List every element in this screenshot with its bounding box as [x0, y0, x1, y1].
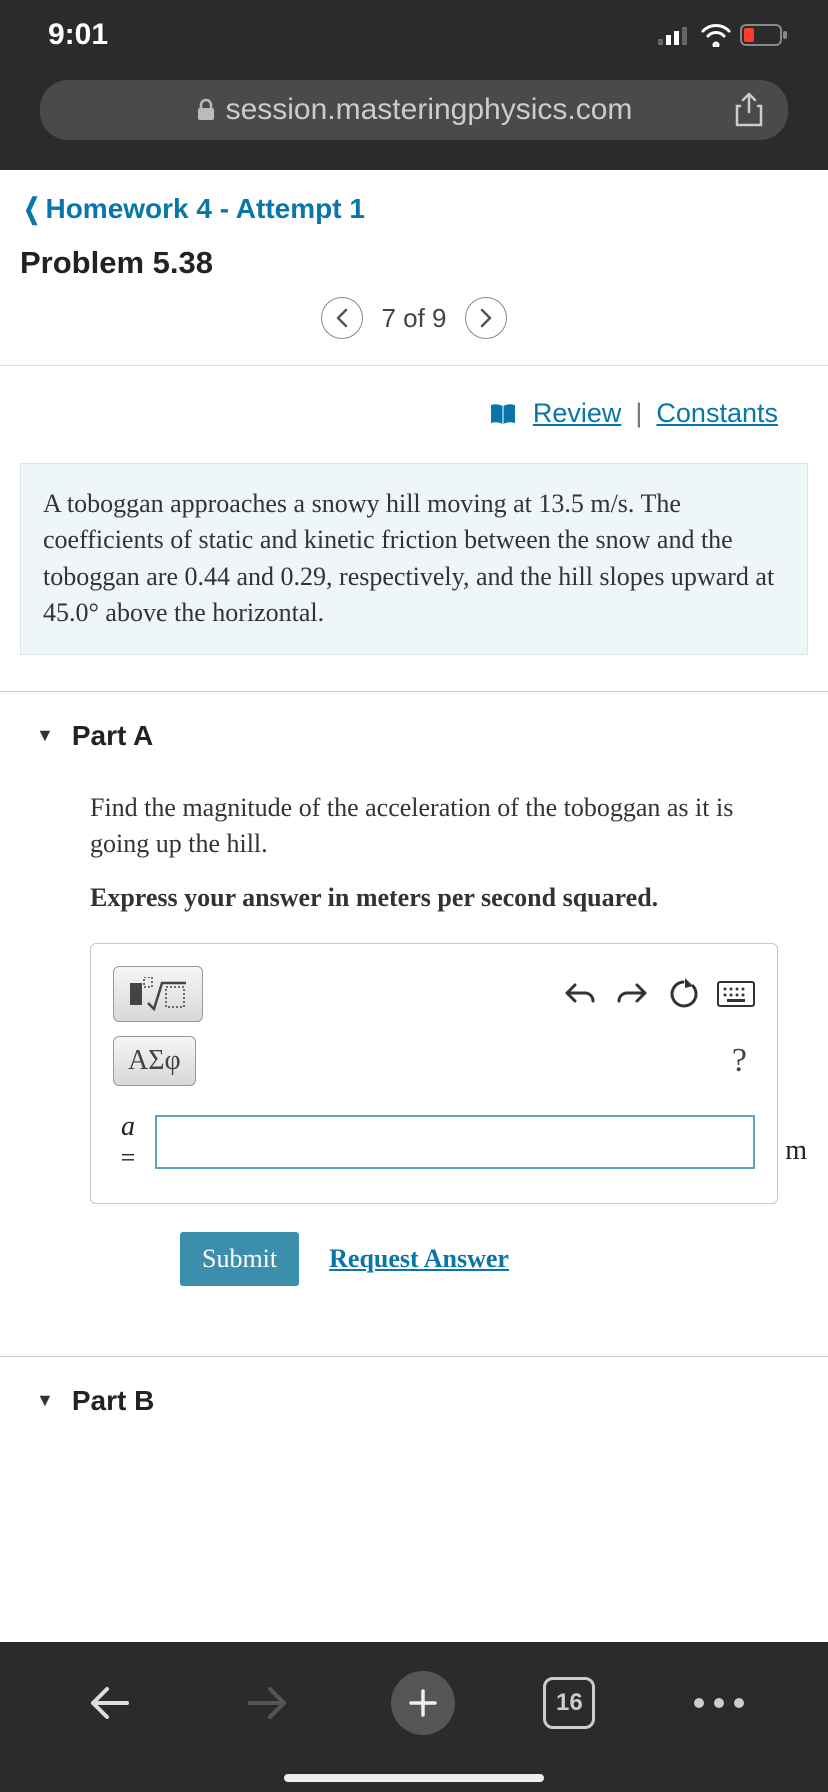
pager-next-button[interactable] — [465, 297, 507, 339]
link-sep: | — [635, 398, 642, 429]
part-a-body: Find the magnitude of the acceleration o… — [0, 780, 828, 1316]
plus-icon — [407, 1687, 439, 1719]
submit-button[interactable]: Submit — [180, 1232, 299, 1286]
problem-statement: A toboggan approaches a snowy hill movin… — [20, 463, 808, 655]
answer-input[interactable] — [155, 1115, 755, 1169]
arrow-right-icon — [248, 1685, 288, 1721]
greek-button[interactable]: ΑΣφ — [113, 1036, 196, 1086]
tab-count: 16 — [556, 1689, 583, 1717]
variable-label: a — [113, 1112, 143, 1143]
sqrt-template-icon — [128, 977, 188, 1011]
pager: 7 of 9 — [0, 291, 828, 365]
chevron-left-icon: ❮ — [24, 192, 40, 225]
equals-label: = — [121, 1143, 136, 1173]
unit-label: m — [785, 1135, 807, 1167]
part-a-label: Part A — [72, 720, 153, 752]
collapse-icon: ▼ — [36, 725, 54, 746]
wifi-icon — [700, 23, 732, 47]
status-bar: 9:01 session.masteringphysics.com — [0, 0, 828, 170]
cellular-icon — [658, 25, 692, 45]
answer-widget: ΑΣφ ? a = m — [90, 943, 778, 1204]
page-content: ❮Homework 4 - Attempt 1 Problem 5.38 7 o… — [0, 170, 828, 1445]
arrow-left-icon — [89, 1685, 129, 1721]
book-icon — [489, 402, 517, 426]
collapse-icon: ▼ — [36, 1390, 54, 1411]
template-button[interactable] — [113, 966, 203, 1022]
review-link[interactable]: Review — [533, 398, 622, 429]
new-tab-button[interactable] — [391, 1671, 455, 1735]
breadcrumb: ❮Homework 4 - Attempt 1 — [0, 170, 828, 235]
reset-icon — [667, 978, 699, 1010]
battery-icon — [740, 24, 788, 46]
redo-icon — [615, 979, 649, 1009]
request-answer-link[interactable]: Request Answer — [329, 1244, 509, 1274]
breadcrumb-label: Homework 4 - Attempt 1 — [45, 193, 364, 224]
share-button[interactable] — [734, 92, 764, 128]
pager-position: 7 of 9 — [381, 303, 446, 334]
status-icons — [658, 23, 788, 47]
forward-button[interactable] — [233, 1668, 303, 1738]
part-b-label: Part B — [72, 1385, 154, 1417]
address-bar[interactable]: session.masteringphysics.com — [40, 80, 788, 140]
chevron-left-icon — [335, 308, 349, 328]
url-text: session.masteringphysics.com — [226, 93, 633, 127]
status-time: 9:01 — [48, 18, 108, 52]
page-title: Problem 5.38 — [0, 235, 828, 291]
part-a-header[interactable]: ▼ Part A — [0, 691, 828, 780]
keyboard-icon — [717, 981, 755, 1007]
back-button[interactable] — [74, 1668, 144, 1738]
part-b-header[interactable]: ▼ Part B — [0, 1356, 828, 1445]
redo-button[interactable] — [615, 966, 649, 1022]
reset-button[interactable] — [667, 966, 699, 1022]
part-a-hint: Express your answer in meters per second… — [90, 880, 778, 916]
lock-icon — [196, 98, 216, 122]
chevron-right-icon — [479, 308, 493, 328]
home-indicator[interactable] — [284, 1774, 544, 1782]
tabs-button[interactable]: 16 — [543, 1677, 595, 1729]
undo-icon — [563, 979, 597, 1009]
resource-links: Review | Constants — [0, 366, 828, 449]
pager-prev-button[interactable] — [321, 297, 363, 339]
constants-link[interactable]: Constants — [656, 398, 778, 429]
keyboard-button[interactable] — [717, 966, 755, 1022]
undo-button[interactable] — [563, 966, 597, 1022]
breadcrumb-link[interactable]: ❮Homework 4 - Attempt 1 — [20, 193, 365, 224]
menu-button[interactable] — [684, 1668, 754, 1738]
dots-icon — [694, 1698, 744, 1708]
browser-toolbar: 16 — [0, 1642, 828, 1792]
help-button[interactable]: ? — [732, 1042, 755, 1080]
part-a-prompt: Find the magnitude of the acceleration o… — [90, 790, 778, 863]
